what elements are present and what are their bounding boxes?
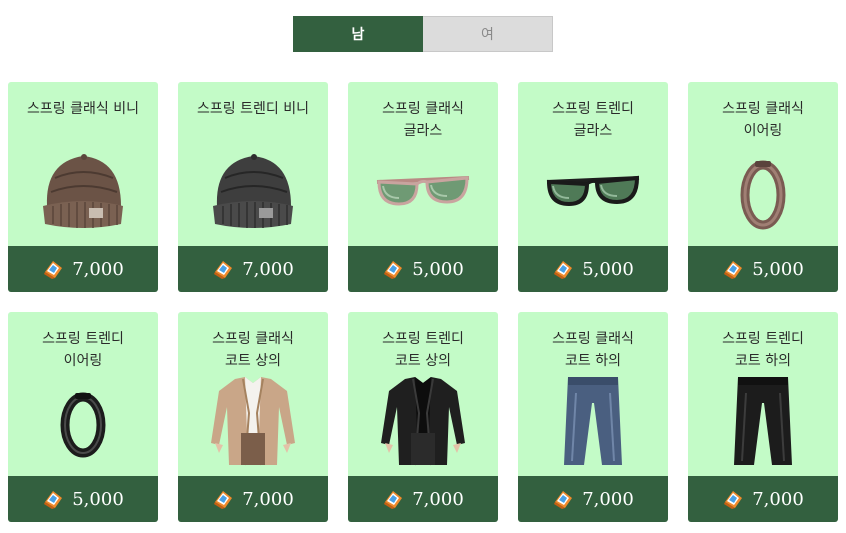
item-name: 스프링 클래식 글라스 xyxy=(382,101,464,139)
cash-coin-icon xyxy=(384,491,403,509)
item-price: 7,000 xyxy=(242,488,294,510)
item-name: 스프링 클래식 코트 상의 xyxy=(212,331,294,369)
bronze-earring-icon xyxy=(713,146,813,236)
price-bar: 7,000 xyxy=(8,246,158,292)
price-bar: 7,000 xyxy=(178,476,328,522)
green-glasses-icon xyxy=(373,146,473,236)
item-name: 스프링 트렌디 이어링 xyxy=(42,331,124,369)
cash-coin-icon xyxy=(214,491,233,509)
item-name: 스프링 트렌디 비니 xyxy=(197,101,309,117)
black-pants-icon xyxy=(713,376,813,466)
price-bar: 5,000 xyxy=(8,476,158,522)
cash-coin-icon xyxy=(44,261,63,279)
beige-coat-icon xyxy=(203,376,303,466)
item-name: 스프링 클래식 이어링 xyxy=(722,101,804,139)
price-bar: 5,000 xyxy=(348,246,498,292)
item-price: 5,000 xyxy=(72,488,124,510)
item-card[interactable]: 스프링 클래식 비니 7,000 xyxy=(8,82,158,292)
cash-coin-icon xyxy=(214,261,233,279)
blue-pants-icon xyxy=(543,376,643,466)
price-bar: 7,000 xyxy=(518,476,668,522)
item-grid: 스프링 클래식 비니 7,000 스프링 트렌디 비니 7,000 스프링 클래… xyxy=(8,82,838,522)
tab-female[interactable]: 여 xyxy=(423,16,553,52)
item-price: 5,000 xyxy=(752,258,804,280)
item-name: 스프링 트렌디 코트 하의 xyxy=(722,331,804,369)
price-bar: 7,000 xyxy=(688,476,838,522)
cash-coin-icon xyxy=(724,491,743,509)
black-glasses-icon xyxy=(543,146,643,236)
item-name: 스프링 트렌디 코트 상의 xyxy=(382,331,464,369)
item-price: 7,000 xyxy=(242,258,294,280)
gender-tabs: 남 여 xyxy=(293,16,553,52)
item-card[interactable]: 스프링 클래식 이어링 5,000 xyxy=(688,82,838,292)
cash-coin-icon xyxy=(554,491,573,509)
cash-coin-icon xyxy=(384,261,403,279)
item-price: 7,000 xyxy=(582,488,634,510)
black-coat-icon xyxy=(373,376,473,466)
item-card[interactable]: 스프링 트렌디 글라스 5,000 xyxy=(518,82,668,292)
brown-beanie-icon xyxy=(33,146,133,236)
item-card[interactable]: 스프링 트렌디 코트 상의 7,000 xyxy=(348,312,498,522)
item-card[interactable]: 스프링 트렌디 비니 7,000 xyxy=(178,82,328,292)
item-price: 7,000 xyxy=(412,488,464,510)
item-price: 7,000 xyxy=(72,258,124,280)
item-name: 스프링 클래식 코트 하의 xyxy=(552,331,634,369)
cash-coin-icon xyxy=(44,491,63,509)
cash-coin-icon xyxy=(554,261,573,279)
price-bar: 7,000 xyxy=(178,246,328,292)
gray-beanie-icon xyxy=(203,146,303,236)
item-price: 5,000 xyxy=(582,258,634,280)
item-name: 스프링 트렌디 글라스 xyxy=(552,101,634,139)
price-bar: 5,000 xyxy=(688,246,838,292)
black-earring-icon xyxy=(33,376,133,466)
price-bar: 5,000 xyxy=(518,246,668,292)
item-card[interactable]: 스프링 클래식 코트 하의 7,000 xyxy=(518,312,668,522)
item-card[interactable]: 스프링 트렌디 이어링 5,000 xyxy=(8,312,158,522)
item-price: 5,000 xyxy=(412,258,464,280)
price-bar: 7,000 xyxy=(348,476,498,522)
cash-coin-icon xyxy=(724,261,743,279)
item-price: 7,000 xyxy=(752,488,804,510)
item-card[interactable]: 스프링 클래식 코트 상의 7,000 xyxy=(178,312,328,522)
item-card[interactable]: 스프링 클래식 글라스 5,000 xyxy=(348,82,498,292)
tab-male[interactable]: 남 xyxy=(293,16,423,52)
item-card[interactable]: 스프링 트렌디 코트 하의 7,000 xyxy=(688,312,838,522)
item-name: 스프링 클래식 비니 xyxy=(27,101,139,117)
